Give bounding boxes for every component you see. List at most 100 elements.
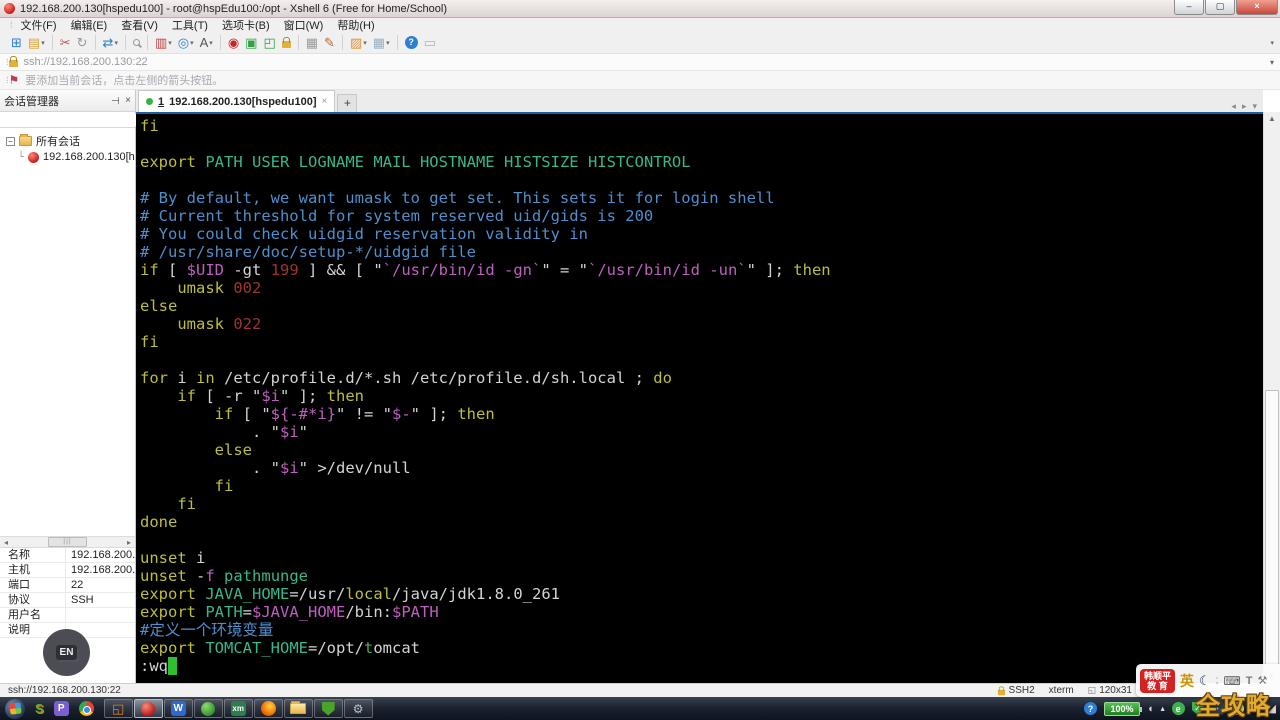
maximize-button[interactable]: ▢: [1205, 0, 1235, 15]
vscroll-up-icon[interactable]: ▲: [1264, 112, 1280, 126]
property-value[interactable]: 22: [66, 578, 135, 592]
hscroll-thumb[interactable]: |||: [47, 537, 88, 547]
terminal-screen[interactable]: fi export PATH USER LOGNAME MAIL HOSTNAM…: [136, 114, 1263, 683]
taskbar-chrome-icon[interactable]: [78, 699, 94, 718]
menu-tools[interactable]: 工具(T): [172, 17, 208, 33]
tree-session-label[interactable]: 192.168.200.130[hspe: [43, 151, 135, 163]
new-file-icon[interactable]: ▥ ▾: [152, 34, 175, 52]
taskbar-w-app-button[interactable]: W: [163, 699, 193, 718]
font-icon[interactable]: A ▾: [197, 34, 216, 52]
taskbar-xm-app-icon: xm: [230, 701, 246, 716]
properties-hscrollbar[interactable]: ◂ ||| ▸: [0, 536, 135, 548]
address-url[interactable]: ssh://192.168.200.130:22: [24, 56, 148, 68]
terminal-line: . "$i" >/dev/null: [140, 459, 411, 477]
bank-icon[interactable]: ▦: [303, 34, 321, 52]
taskbar-explorer-icon: [290, 701, 307, 714]
xshell-icon[interactable]: ◉: [225, 34, 242, 52]
tree-root-label[interactable]: 所有会话: [36, 133, 80, 149]
layout-icon[interactable]: ▦ ▾: [370, 34, 393, 52]
taskbar-xshell-button[interactable]: [133, 699, 163, 718]
tray-help-icon[interactable]: ?: [1083, 702, 1097, 715]
disconnect-icon[interactable]: ✂: [57, 34, 74, 52]
taskbar-winapp-button[interactable]: ◱: [103, 699, 133, 718]
tray-battery-indicator[interactable]: 100%: [1103, 701, 1142, 716]
fullscreen-icon[interactable]: ◰: [260, 34, 278, 52]
hscroll-right-icon[interactable]: ▸: [123, 538, 135, 547]
find-icon[interactable]: [130, 34, 143, 52]
tree-expander-icon[interactable]: −: [6, 136, 15, 146]
xftp-icon[interactable]: ▣: [242, 34, 260, 52]
address-dropdown-icon[interactable]: ▾: [1270, 58, 1274, 67]
panel-close-icon[interactable]: ×: [125, 95, 131, 106]
tray-e-icon[interactable]: e: [1171, 702, 1185, 715]
session-manager-title: 会话管理器: [4, 95, 59, 108]
terminal-line: . "$i": [140, 423, 308, 441]
new-session-icon[interactable]: ⊞: [8, 34, 25, 52]
menu-help[interactable]: 帮助(H): [337, 17, 374, 33]
highlight-pen-icon[interactable]: ✎: [321, 34, 338, 52]
taskbar-explorer-button[interactable]: [283, 699, 313, 718]
property-value[interactable]: SSH: [66, 593, 135, 607]
menu-file[interactable]: 文件(F): [21, 17, 57, 33]
help-icon[interactable]: ?: [402, 34, 421, 52]
tray-power-plug-icon[interactable]: ◖: [1147, 703, 1154, 715]
menu-edit[interactable]: 编辑(E): [71, 17, 108, 33]
tab-scroll-left-icon[interactable]: ◂: [1231, 101, 1236, 112]
tree-item-session[interactable]: └ 192.168.200.130[hspe: [0, 149, 135, 165]
property-row: 协议 SSH: [0, 593, 135, 608]
tab-close-icon[interactable]: ×: [322, 96, 328, 107]
skin-icon[interactable]: T: [1246, 675, 1253, 687]
toolbar-separator: [396, 35, 398, 50]
property-value[interactable]: 192.168.200...: [66, 548, 135, 562]
minimize-button[interactable]: –: [1174, 0, 1204, 15]
windows-taskbar: SP◱Wxm⚙ ?100%◖▴e✓▪+⚐◢: [0, 697, 1280, 720]
ime-language-indicator[interactable]: 英: [1180, 671, 1194, 691]
hscroll-left-icon[interactable]: ◂: [0, 538, 12, 547]
title-bar[interactable]: 192.168.200.130[hspedu100] - root@hspEdu…: [0, 0, 1280, 18]
web-icon[interactable]: ◎ ▾: [175, 34, 197, 52]
terminal-line: # /usr/share/doc/setup-*/uidgid file: [140, 243, 476, 261]
session-search-input[interactable]: [4, 113, 136, 126]
session-search-box[interactable]: [0, 112, 138, 128]
taskbar-xm-app-button[interactable]: xm: [223, 699, 253, 718]
feedback-icon[interactable]: ▭: [421, 34, 439, 52]
open-sessions-icon[interactable]: ▤ ▾: [25, 34, 48, 52]
taskbar-tools-button[interactable]: ⚙: [343, 699, 373, 718]
taskbar-sogou-icon[interactable]: S: [35, 699, 44, 718]
menu-window[interactable]: 窗口(W): [284, 17, 324, 33]
terminal-line: fi: [177, 495, 196, 513]
menu-tab[interactable]: 选项卡(B): [222, 17, 270, 33]
terminal-line: export PATH=$JAVA_HOME/bin:$PATH: [140, 603, 439, 621]
property-value[interactable]: 192.168.200...: [66, 563, 135, 577]
terminal-vscrollbar[interactable]: ▲ ▼: [1263, 112, 1280, 683]
tray-hidden-icons-button[interactable]: ▴: [1161, 704, 1165, 713]
reconnect-icon[interactable]: ↻: [74, 34, 91, 52]
close-button[interactable]: ×: [1236, 0, 1278, 15]
tab-menu-icon[interactable]: ▾: [1252, 101, 1257, 112]
ime-indicator-overlay[interactable]: EN: [43, 629, 90, 676]
taskbar-green-app-button[interactable]: [193, 699, 223, 718]
tab-active-session[interactable]: 1 192.168.200.130[hspedu100] ×: [138, 90, 336, 112]
taskbar-firefox-button[interactable]: [253, 699, 283, 718]
property-row: 用户名: [0, 608, 135, 623]
tab-scroll-right-icon[interactable]: ▸: [1242, 101, 1247, 112]
property-value[interactable]: [66, 608, 135, 622]
pin-icon[interactable]: ⊤: [109, 96, 120, 105]
new-tab-button[interactable]: +: [337, 94, 358, 112]
folder-options-icon[interactable]: ▨ ▾: [347, 34, 370, 52]
lock-icon[interactable]: [279, 34, 294, 52]
toolbar-overflow-icon[interactable]: ▾: [1270, 39, 1274, 47]
taskbar-antivirus-button[interactable]: [313, 699, 343, 718]
address-bar[interactable]: ⁞ ssh://192.168.200.130:22 ▾: [0, 54, 1280, 71]
taskbar-p-icon[interactable]: P: [53, 699, 69, 718]
toolbar-separator: [146, 35, 148, 50]
terminal-line: fi: [140, 333, 159, 351]
start-button[interactable]: [5, 698, 25, 719]
notice-text: 要添加当前会话，点击左侧的箭头按钮。: [25, 75, 224, 87]
tree-item-all-sessions[interactable]: − 所有会话: [0, 133, 135, 149]
vscroll-thumb[interactable]: [1265, 390, 1279, 666]
menu-view[interactable]: 查看(V): [121, 17, 158, 33]
transfer-icon[interactable]: ⇄ ▾: [100, 34, 121, 52]
toolbar-separator: [341, 35, 343, 50]
